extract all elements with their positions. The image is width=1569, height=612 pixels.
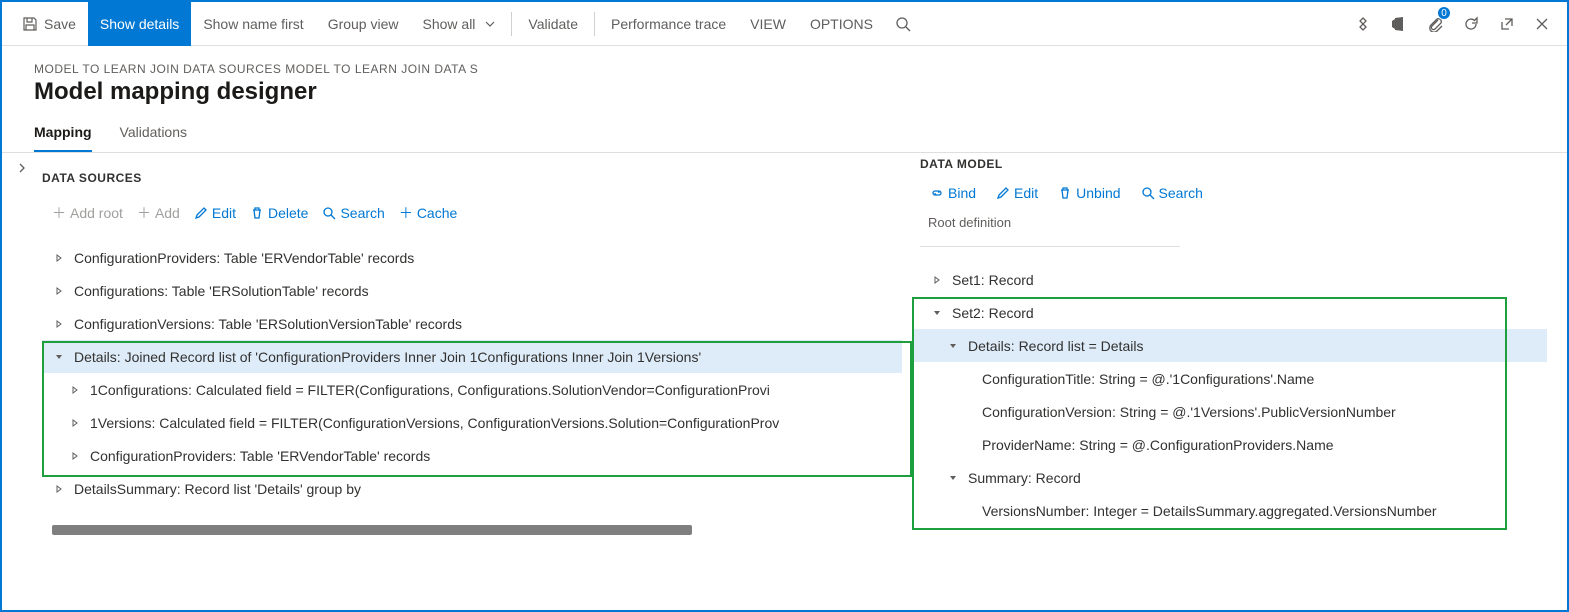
- show-name-first-button[interactable]: Show name first: [191, 2, 315, 46]
- popout-button[interactable]: [1489, 2, 1525, 46]
- cache-button[interactable]: ＋Cache: [399, 203, 457, 223]
- close-button[interactable]: [1525, 2, 1559, 46]
- save-label: Save: [44, 16, 76, 32]
- refresh-icon: [1463, 16, 1479, 32]
- performance-trace-button[interactable]: Performance trace: [599, 2, 738, 46]
- tree-row[interactable]: ConfigurationProviders: Table 'ERVendorT…: [42, 439, 902, 472]
- show-details-button[interactable]: Show details: [88, 2, 191, 46]
- separator: [511, 12, 512, 36]
- caret-icon[interactable]: [52, 485, 66, 493]
- search-icon: [322, 206, 336, 220]
- popout-icon: [1499, 16, 1515, 32]
- validate-label: Validate: [528, 16, 578, 32]
- caret-icon[interactable]: [68, 386, 82, 394]
- horizontal-scrollbar[interactable]: [52, 525, 692, 535]
- search-button[interactable]: [885, 2, 921, 46]
- data-sources-header: DATA SOURCES: [42, 163, 902, 197]
- diamond-icon: [1355, 16, 1371, 32]
- breadcrumb: MODEL TO LEARN JOIN DATA SOURCES MODEL T…: [34, 62, 1535, 76]
- view-label: VIEW: [750, 16, 786, 32]
- trash-icon: [250, 206, 264, 220]
- tree-row[interactable]: 1Configurations: Calculated field = FILT…: [42, 373, 902, 406]
- plus-icon: ＋: [399, 203, 413, 223]
- toolbar: Save Show details Show name first Group …: [2, 2, 1567, 46]
- caret-icon[interactable]: [52, 320, 66, 328]
- data-sources-tree: ConfigurationProviders: Table 'ERVendorT…: [42, 241, 902, 505]
- page-title: Model mapping designer: [34, 78, 1535, 106]
- tree-row[interactable]: VersionsNumber: Integer = DetailsSummary…: [912, 494, 1547, 527]
- close-icon: [1535, 17, 1549, 31]
- tab-validations[interactable]: Validations: [120, 124, 187, 152]
- delete-button[interactable]: Delete: [250, 203, 308, 223]
- header: MODEL TO LEARN JOIN DATA SOURCES MODEL T…: [2, 46, 1567, 110]
- edit-button[interactable]: Edit: [194, 203, 236, 223]
- data-model-header: DATA MODEL: [912, 153, 1547, 185]
- dm-search-button[interactable]: Search: [1141, 185, 1203, 201]
- plus-icon: ＋: [52, 203, 66, 223]
- save-icon: [22, 16, 38, 32]
- tree-row[interactable]: DetailsSummary: Record list 'Details' gr…: [42, 472, 902, 505]
- show-all-label: Show all: [423, 16, 476, 32]
- search-button[interactable]: Search: [322, 203, 384, 223]
- chevron-down-icon: [485, 19, 495, 29]
- bind-button[interactable]: Bind: [930, 185, 976, 201]
- add-button[interactable]: ＋Add: [137, 203, 180, 223]
- search-icon: [895, 16, 911, 32]
- attach-count: 0: [1437, 6, 1451, 20]
- tree-row[interactable]: Configurations: Table 'ERSolutionTable' …: [42, 274, 902, 307]
- caret-icon[interactable]: [52, 254, 66, 262]
- caret-down-icon[interactable]: [946, 342, 960, 350]
- unbind-button[interactable]: Unbind: [1058, 185, 1120, 201]
- tree-row[interactable]: Details: Record list = Details: [912, 329, 1547, 362]
- tree-row[interactable]: Summary: Record: [912, 461, 1547, 494]
- caret-down-icon[interactable]: [930, 309, 944, 317]
- root-definition-field[interactable]: Root definition: [920, 215, 1180, 247]
- tree-row[interactable]: Details: Joined Record list of 'Configur…: [42, 340, 902, 373]
- dm-edit-button[interactable]: Edit: [996, 185, 1038, 201]
- separator: [594, 12, 595, 36]
- add-root-button[interactable]: ＋Add root: [52, 203, 123, 223]
- tree-row[interactable]: ConfigurationVersions: Table 'ERSolution…: [42, 307, 902, 340]
- pencil-icon: [996, 186, 1010, 200]
- caret-icon[interactable]: [930, 276, 944, 284]
- office-icon: [1391, 16, 1407, 32]
- tab-mapping[interactable]: Mapping: [34, 124, 92, 152]
- link-icon: [930, 186, 944, 200]
- tree-row[interactable]: ConfigurationProviders: Table 'ERVendorT…: [42, 241, 902, 274]
- validate-button[interactable]: Validate: [516, 2, 590, 46]
- view-button[interactable]: VIEW: [738, 2, 798, 46]
- office-button[interactable]: [1381, 2, 1417, 46]
- options-label: OPTIONS: [810, 16, 873, 32]
- caret-down-icon[interactable]: [946, 474, 960, 482]
- trash-icon: [1058, 186, 1072, 200]
- tree-row[interactable]: ConfigurationTitle: String = @.'1Configu…: [912, 362, 1547, 395]
- plus-icon: ＋: [137, 203, 151, 223]
- options-button[interactable]: OPTIONS: [798, 2, 885, 46]
- tree-row[interactable]: ProviderName: String = @.ConfigurationPr…: [912, 428, 1547, 461]
- caret-icon[interactable]: [68, 419, 82, 427]
- group-view-label: Group view: [328, 16, 399, 32]
- caret-down-icon[interactable]: [52, 353, 66, 361]
- tree-row[interactable]: Set1: Record: [912, 263, 1547, 296]
- save-button[interactable]: Save: [10, 2, 88, 46]
- caret-icon[interactable]: [68, 452, 82, 460]
- show-details-label: Show details: [100, 16, 179, 32]
- tabs: Mapping Validations: [2, 110, 1567, 153]
- collapse-left-button[interactable]: [2, 153, 42, 535]
- pencil-icon: [194, 206, 208, 220]
- tree-row[interactable]: 1Versions: Calculated field = FILTER(Con…: [42, 406, 902, 439]
- performance-trace-label: Performance trace: [611, 16, 726, 32]
- show-name-first-label: Show name first: [203, 16, 303, 32]
- show-all-button[interactable]: Show all: [411, 2, 508, 46]
- data-model-tree: Set1: Record Set2: Record Details: Recor…: [912, 263, 1547, 527]
- tree-row[interactable]: ConfigurationVersion: String = @.'1Versi…: [912, 395, 1547, 428]
- group-view-button[interactable]: Group view: [316, 2, 411, 46]
- search-icon: [1141, 186, 1155, 200]
- attach-button[interactable]: 0: [1417, 2, 1453, 46]
- caret-icon[interactable]: [52, 287, 66, 295]
- tree-row[interactable]: Set2: Record: [912, 296, 1547, 329]
- diamond-button[interactable]: [1345, 2, 1381, 46]
- refresh-button[interactable]: [1453, 2, 1489, 46]
- chevron-right-icon: [17, 163, 27, 173]
